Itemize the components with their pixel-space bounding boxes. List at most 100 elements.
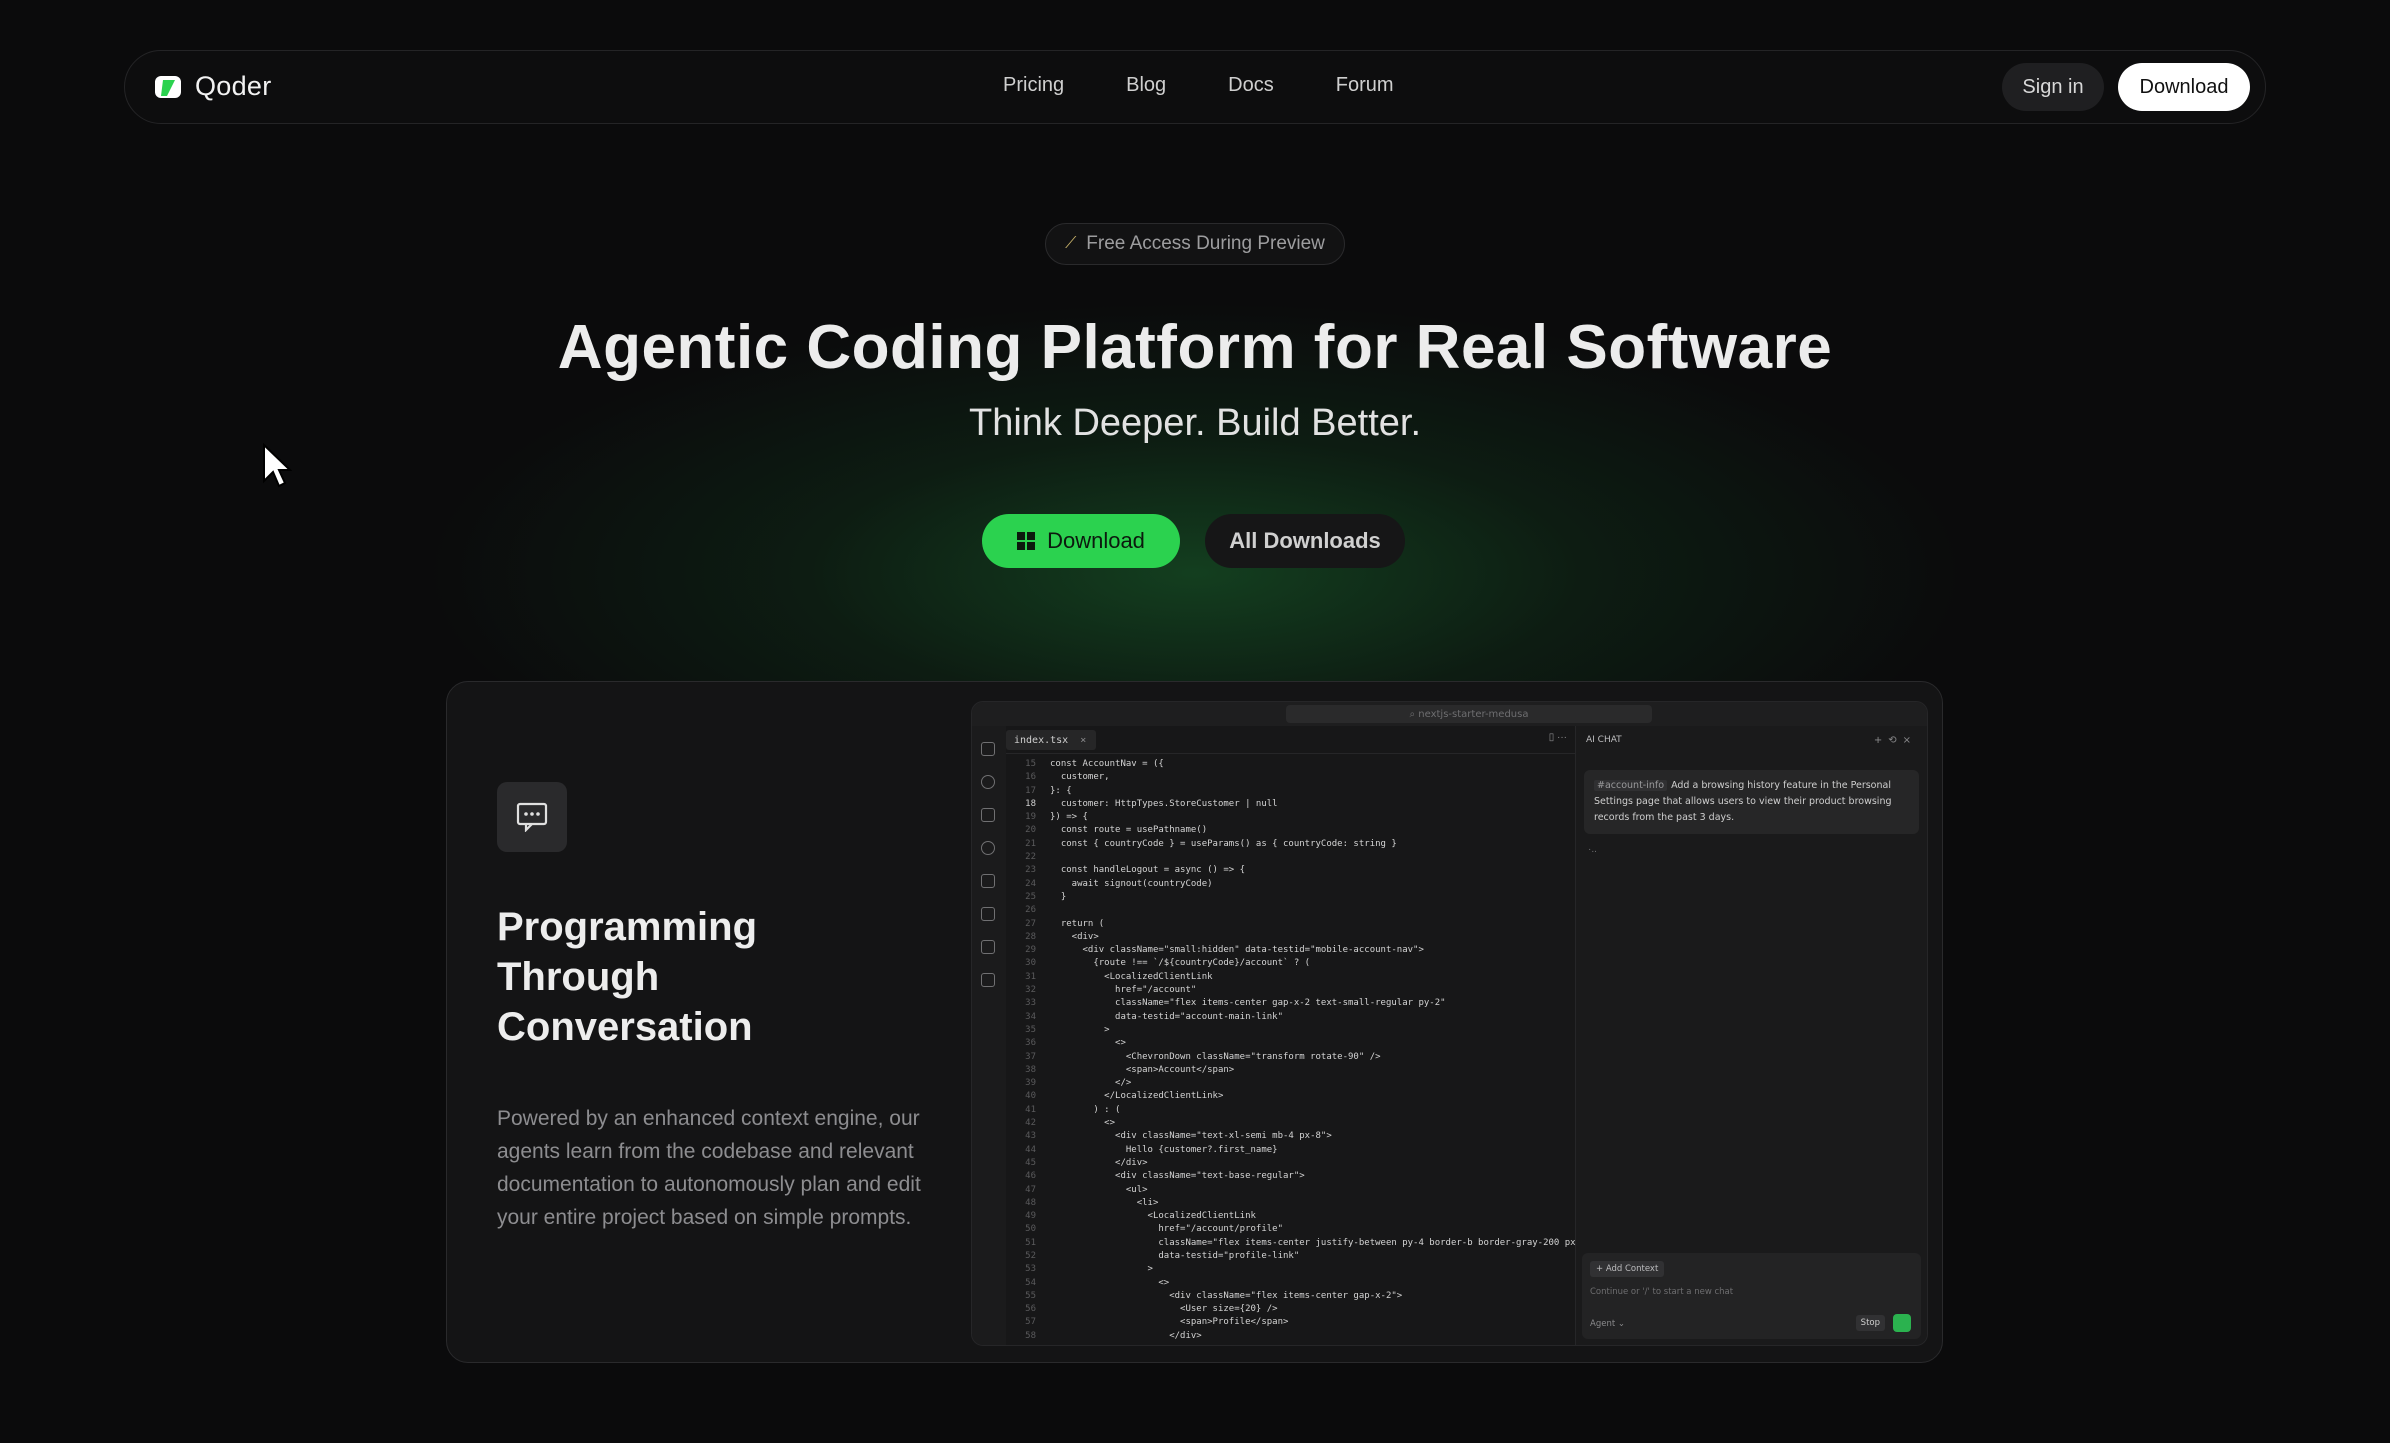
line-number: 49: [1025, 1211, 1036, 1222]
line-number: 52: [1025, 1250, 1036, 1261]
line-number: 47: [1025, 1184, 1036, 1195]
code-line: 30 {route !== `/${countryCode}/account` …: [1006, 957, 1575, 970]
hero-title: Agentic Coding Platform for Real Softwar…: [557, 313, 1833, 382]
preview-badge: ⟋ Free Access During Preview: [1045, 223, 1345, 265]
code-text: <li>: [1050, 1197, 1159, 1208]
code-line: 38 <span>Account</span>: [1006, 1064, 1575, 1077]
nav-link-blog[interactable]: Blog: [1126, 74, 1166, 97]
code-line: 47 <ul>: [1006, 1184, 1575, 1197]
code-line: 53 >: [1006, 1263, 1575, 1276]
extensions-icon: [981, 973, 995, 987]
feature-description: Powered by an enhanced context engine, o…: [497, 1107, 921, 1229]
windows-icon: [1017, 532, 1036, 550]
files-icon: [981, 742, 995, 756]
chat-context-ref: #account-info: [1594, 780, 1668, 791]
code-line: 26: [1006, 904, 1575, 917]
code-line: 54 <>: [1006, 1277, 1575, 1290]
all-downloads-button[interactable]: All Downloads: [1205, 514, 1405, 568]
code-line: 25 }: [1006, 891, 1575, 904]
code-line: 50 href="/account/profile": [1006, 1223, 1575, 1236]
code-text: <div className="text-base-regular">: [1050, 1171, 1305, 1182]
code-text: href="/account/profile": [1050, 1224, 1283, 1235]
code-text: <>: [1050, 1038, 1126, 1049]
code-line: 41 ) : (: [1006, 1104, 1575, 1117]
editor-tabbar: index.tsx × ▯ ···: [1006, 726, 1575, 754]
code-text: customer,: [1050, 772, 1110, 783]
chat-header-icons: +⟲×: [1873, 734, 1917, 746]
ide-search-bar: ⌕ nextjs-starter-medusa: [1286, 705, 1652, 723]
code-text: await signout(countryCode): [1050, 878, 1213, 889]
editor-tab: index.tsx ×: [1006, 730, 1096, 750]
logo-text: Qoder: [195, 71, 272, 101]
mouse-cursor-icon: [263, 443, 292, 488]
code-text: ) : (: [1050, 1104, 1121, 1115]
chat-typing-indicator: ·..: [1588, 844, 1597, 855]
code-line: 40 </LocalizedClientLink>: [1006, 1090, 1575, 1103]
code-line: 49 <LocalizedClientLink: [1006, 1210, 1575, 1223]
logo[interactable]: Qoder: [153, 71, 272, 102]
code-line: 28 <div>: [1006, 931, 1575, 944]
hero-download-button[interactable]: Download: [982, 514, 1180, 568]
code-line: 20 const route = usePathname(): [1006, 824, 1575, 837]
code-text: className="flex items-center gap-x-2 tex…: [1050, 998, 1446, 1009]
code-line: 48 <li>: [1006, 1197, 1575, 1210]
chat-header: AI CHAT +⟲×: [1576, 726, 1927, 754]
code-text: <ul>: [1050, 1184, 1148, 1195]
search-icon: [981, 775, 995, 789]
code-line: 39 </>: [1006, 1077, 1575, 1090]
nav-download-button[interactable]: Download: [2118, 63, 2250, 111]
chat-input-box: + Add Context Continue or '/' to start a…: [1582, 1253, 1921, 1339]
code-line: 46 <div className="text-base-regular">: [1006, 1170, 1575, 1183]
code-text: <div className="flex items-center gap-x-…: [1050, 1290, 1403, 1301]
code-line: 24 await signout(countryCode): [1006, 878, 1575, 891]
code-text: Hello {customer?.first_name}: [1050, 1144, 1278, 1155]
nav-link-docs[interactable]: Docs: [1228, 74, 1274, 97]
nav-link-forum[interactable]: Forum: [1336, 74, 1394, 97]
more-icon: ▯ ···: [1548, 732, 1567, 743]
feature-card: Programming Through Conversation Powered…: [446, 681, 1943, 1363]
line-number: 37: [1025, 1051, 1036, 1062]
code-line: 44 Hello {customer?.first_name}: [1006, 1144, 1575, 1157]
add-context-button: + Add Context: [1590, 1261, 1665, 1277]
close-icon: ×: [1080, 734, 1087, 746]
nav-link-pricing[interactable]: Pricing: [1003, 74, 1064, 97]
code-text: }) => {: [1050, 812, 1088, 823]
debug-icon: [981, 841, 995, 855]
code-text: <>: [1050, 1277, 1170, 1288]
ide-screenshot: ⌕ nextjs-starter-medusa index.tsx × ▯ ··…: [971, 701, 1928, 1346]
code-editor: index.tsx × ▯ ··· 15 const AccountNav = (…: [1006, 726, 1581, 1345]
code-line: 23 const handleLogout = async () => {: [1006, 864, 1575, 877]
code-line: 52 data-testid="profile-link": [1006, 1250, 1575, 1263]
line-number: 15: [1025, 759, 1036, 769]
chat-message: #account-info Add a browsing history feat…: [1584, 770, 1919, 834]
code-text: return (: [1050, 918, 1105, 929]
line-number: 29: [1025, 945, 1036, 956]
line-number: 42: [1025, 1118, 1036, 1129]
line-number: 35: [1025, 1024, 1036, 1035]
code-text: <div>: [1050, 931, 1099, 942]
sign-in-button[interactable]: Sign in: [2002, 63, 2104, 111]
badge-text: Free Access During Preview: [1086, 233, 1325, 254]
code-line: 19}) => {: [1006, 811, 1575, 824]
code-text: const { countryCode } = useParams() as {…: [1050, 838, 1397, 849]
source-control-icon: [981, 808, 995, 822]
code-line: 33 className="flex items-center gap-x-2 …: [1006, 997, 1575, 1010]
hero-download-label: Download: [1047, 528, 1145, 553]
preview-icon: [981, 940, 995, 954]
code-text: >: [1050, 1024, 1110, 1035]
code-text: </div>: [1050, 1157, 1148, 1168]
line-number: 36: [1025, 1038, 1036, 1049]
code-line: 17}: {: [1006, 785, 1575, 798]
code-text: const route = usePathname(): [1050, 825, 1208, 836]
line-number: 41: [1025, 1104, 1036, 1115]
send-icon: [1893, 1314, 1911, 1332]
line-number: 34: [1025, 1011, 1036, 1022]
code-text: <div className="text-xl-semi mb-4 px-8">: [1050, 1131, 1332, 1142]
line-number: 43: [1025, 1131, 1036, 1142]
code-line: 43 <div className="text-xl-semi mb-4 px-…: [1006, 1130, 1575, 1143]
code-line: 15 const AccountNav = ({: [1006, 758, 1575, 771]
code-text: <LocalizedClientLink: [1050, 1211, 1256, 1222]
code-line: 29 <div className="small:hidden" data-te…: [1006, 944, 1575, 957]
code-line: 21 const { countryCode } = useParams() a…: [1006, 838, 1575, 851]
qoder-logo-icon: [155, 75, 181, 98]
